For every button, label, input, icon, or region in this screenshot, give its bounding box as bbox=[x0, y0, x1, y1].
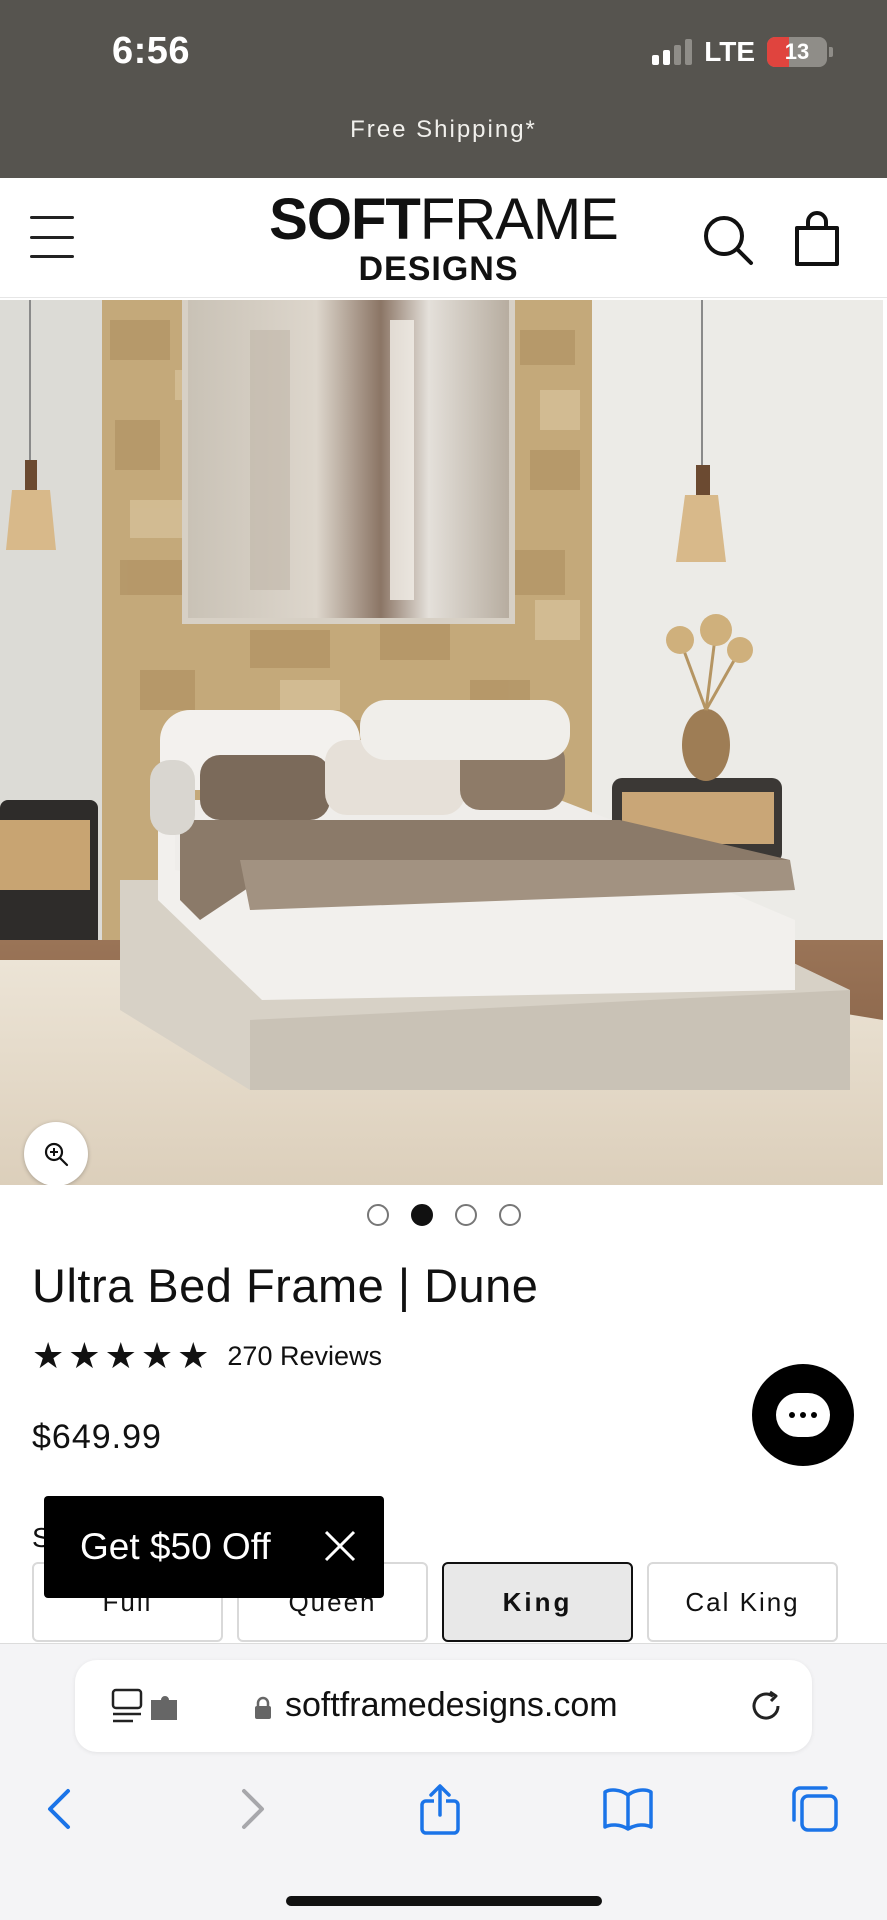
cellular-signal-icon bbox=[652, 39, 693, 65]
share-icon[interactable] bbox=[405, 1774, 475, 1844]
promo-text: Get $50 Off bbox=[80, 1526, 271, 1567]
network-type: LTE bbox=[704, 36, 755, 67]
carousel-dot-2[interactable] bbox=[410, 1204, 433, 1226]
search-icon[interactable] bbox=[700, 212, 756, 268]
tabs-icon[interactable] bbox=[780, 1774, 850, 1844]
lock-icon bbox=[253, 1696, 273, 1720]
carousel-dot-4[interactable] bbox=[498, 1204, 521, 1226]
size-option-king[interactable]: King bbox=[442, 1562, 633, 1642]
product-image[interactable] bbox=[0, 300, 883, 1185]
size-option-cal-king[interactable]: Cal King bbox=[647, 1562, 838, 1642]
status-time: 6:56 bbox=[112, 30, 191, 72]
star-icon: ★ bbox=[140, 1335, 174, 1376]
zoom-icon[interactable] bbox=[24, 1122, 88, 1185]
logo-word-soft: SOFT bbox=[269, 187, 421, 252]
image-carousel-dots bbox=[0, 1204, 887, 1226]
chat-icon bbox=[776, 1393, 830, 1437]
free-shipping-banner[interactable]: Free Shipping* bbox=[0, 116, 887, 144]
product-title: Ultra Bed Frame | Dune bbox=[32, 1259, 539, 1312]
bookmarks-icon[interactable] bbox=[593, 1774, 663, 1844]
star-icon: ★ bbox=[104, 1335, 137, 1376]
page-menu-icon[interactable] bbox=[111, 1688, 181, 1726]
product-price: $649.99 bbox=[32, 1418, 162, 1456]
star-icon: ★ bbox=[32, 1335, 65, 1376]
carousel-dot-1[interactable] bbox=[366, 1204, 389, 1226]
address-bar[interactable]: softframedesigns.com bbox=[75, 1660, 812, 1752]
battery-icon: 13 bbox=[767, 37, 833, 67]
review-count-link[interactable]: 270 Reviews bbox=[227, 1341, 382, 1372]
star-icon: ★ bbox=[177, 1335, 210, 1376]
battery-level: 13 bbox=[784, 39, 810, 64]
browser-nav-row bbox=[0, 1774, 887, 1844]
bedroom-scene-image bbox=[0, 300, 883, 1185]
product-rating[interactable]: ★ ★ ★ ★ ★ 270 Reviews bbox=[32, 1338, 382, 1374]
logo-word-frame: FRAME bbox=[419, 187, 619, 252]
top-banner-area: 6:56 LTE 13 Free Shipping* bbox=[0, 0, 887, 178]
browser-toolbar: softframedesigns.com bbox=[0, 1643, 887, 1920]
discount-promo-popup[interactable]: Get $50 Off bbox=[44, 1496, 384, 1598]
status-indicators: LTE 13 bbox=[652, 36, 833, 68]
url-text[interactable]: softframedesigns.com bbox=[285, 1686, 618, 1725]
forward-arrow-icon[interactable] bbox=[218, 1774, 288, 1844]
shopping-bag-icon[interactable] bbox=[792, 208, 842, 268]
back-arrow-icon[interactable] bbox=[24, 1774, 94, 1844]
star-icon: ★ bbox=[68, 1335, 101, 1376]
reload-icon[interactable] bbox=[746, 1686, 786, 1726]
close-icon[interactable] bbox=[322, 1528, 358, 1564]
chat-button[interactable] bbox=[752, 1364, 854, 1466]
site-header: SOFTFRAME DESIGNS bbox=[0, 178, 887, 298]
home-indicator[interactable] bbox=[286, 1896, 602, 1906]
carousel-dot-3[interactable] bbox=[454, 1204, 477, 1226]
